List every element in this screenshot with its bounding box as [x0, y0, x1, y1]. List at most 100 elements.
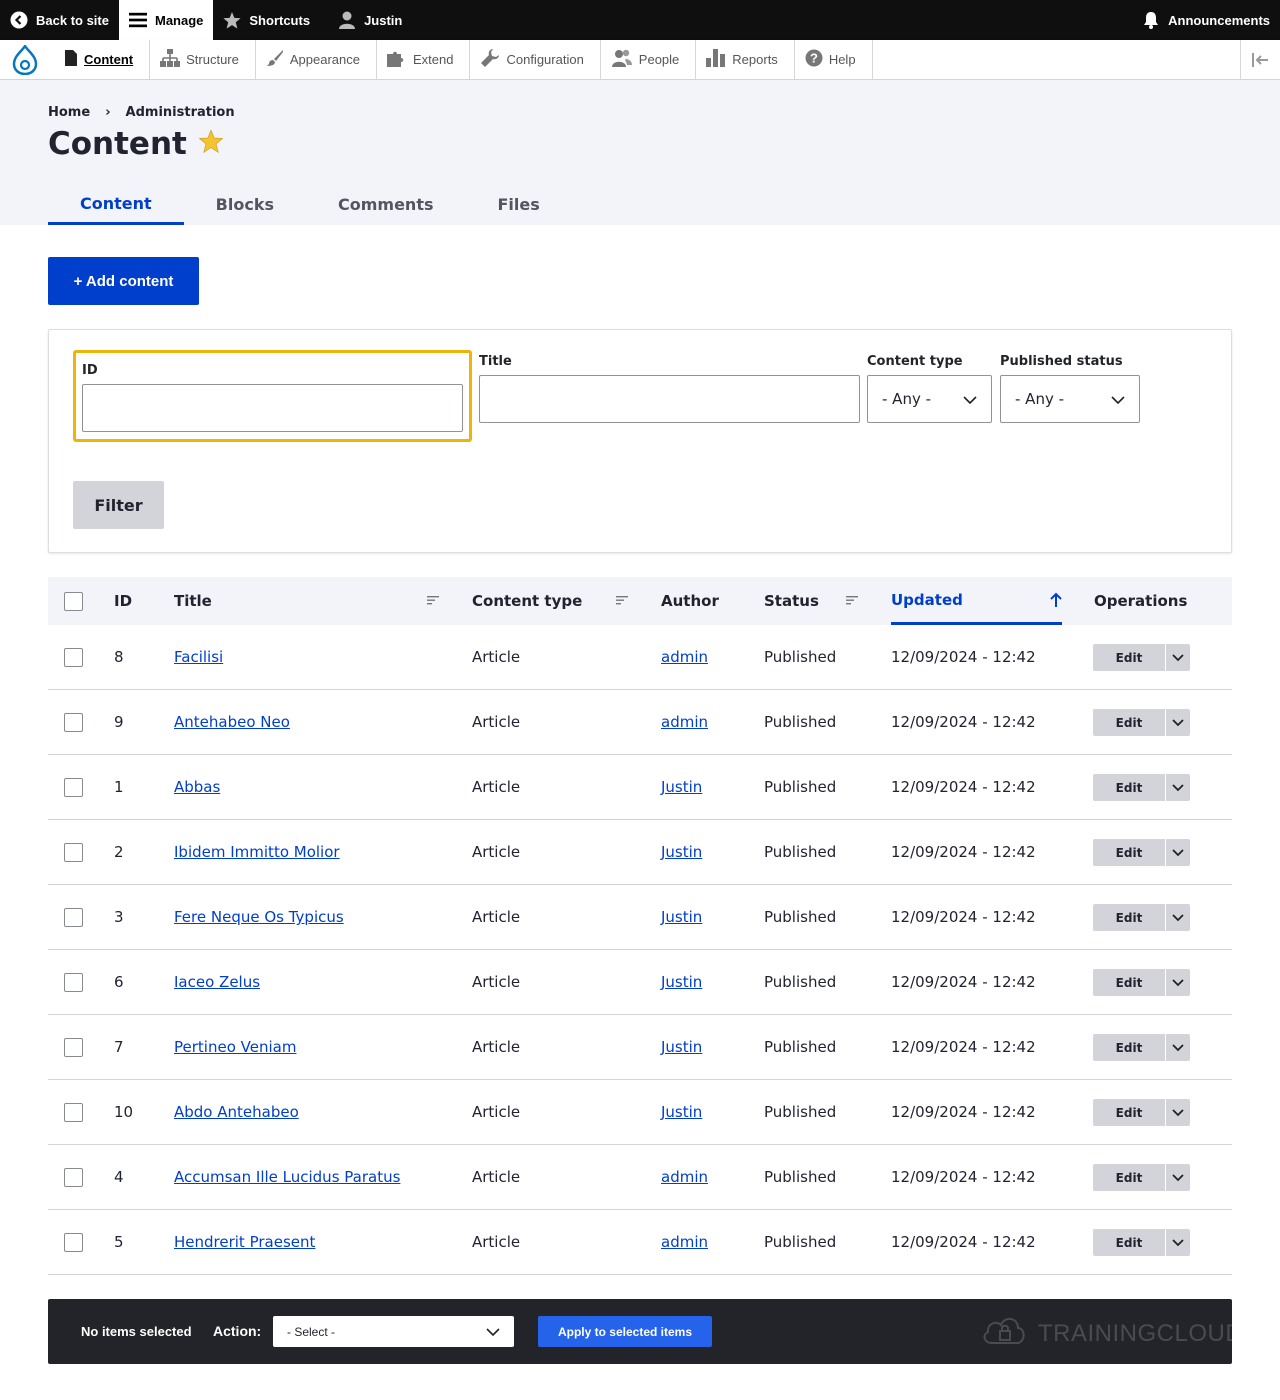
- user-tab[interactable]: Justin: [320, 0, 412, 40]
- apply-button[interactable]: Apply to selected items: [538, 1316, 712, 1347]
- operations-dropdown-toggle[interactable]: [1165, 644, 1190, 671]
- tab-comments[interactable]: Comments: [306, 184, 466, 225]
- row-title-link[interactable]: Abdo Antehabeo: [174, 1103, 299, 1121]
- menu-help[interactable]: ? Help: [795, 40, 873, 79]
- row-author-link[interactable]: Justin: [661, 1038, 702, 1056]
- type-filter-select[interactable]: - Any -: [867, 375, 992, 423]
- add-content-button[interactable]: + Add content: [48, 257, 199, 305]
- menu-people[interactable]: People: [601, 40, 697, 79]
- row-author-link[interactable]: admin: [661, 648, 708, 666]
- operations-dropdown-toggle[interactable]: [1165, 1034, 1190, 1061]
- tab-content[interactable]: Content: [48, 184, 184, 225]
- sort-icon[interactable]: [616, 594, 628, 606]
- row-title-link[interactable]: Iaceo Zelus: [174, 973, 260, 991]
- header-content-type[interactable]: Content type: [472, 577, 582, 625]
- row-checkbox[interactable]: [64, 842, 83, 862]
- manage-tab[interactable]: Manage: [118, 0, 214, 40]
- row-title-link[interactable]: Fere Neque Os Typicus: [174, 908, 344, 926]
- row-title-link[interactable]: Abbas: [174, 778, 220, 796]
- edit-button[interactable]: Edit: [1093, 1034, 1165, 1061]
- row-author-link[interactable]: admin: [661, 1233, 708, 1251]
- row-updated: 12/09/2024 - 12:42: [891, 1103, 1036, 1121]
- row-author-link[interactable]: admin: [661, 713, 708, 731]
- operations-dropdown-toggle[interactable]: [1165, 1229, 1190, 1256]
- table-row: 8 Facilisi Article admin Published 12/09/2024…: [48, 625, 1232, 690]
- tab-blocks[interactable]: Blocks: [184, 184, 306, 225]
- header-status[interactable]: Status: [764, 577, 819, 625]
- menu-extend[interactable]: Extend: [377, 40, 471, 79]
- row-checkbox[interactable]: [64, 1167, 83, 1187]
- edit-button[interactable]: Edit: [1093, 1099, 1165, 1126]
- filter-button[interactable]: Filter: [73, 481, 164, 529]
- sort-icon[interactable]: [427, 594, 439, 606]
- collapse-toolbar-icon[interactable]: [1240, 40, 1280, 79]
- tab-files[interactable]: Files: [466, 184, 572, 225]
- row-checkbox[interactable]: [64, 972, 83, 992]
- row-author-cell: Justin: [661, 950, 702, 1014]
- row-title-link[interactable]: Facilisi: [174, 648, 223, 666]
- row-checkbox[interactable]: [64, 1232, 83, 1252]
- edit-button[interactable]: Edit: [1093, 839, 1165, 866]
- row-author-link[interactable]: Justin: [661, 843, 702, 861]
- row-author-link[interactable]: Justin: [661, 973, 702, 991]
- menu-content[interactable]: Content: [50, 40, 151, 79]
- id-filter-input[interactable]: [82, 384, 463, 432]
- sort-icon[interactable]: [846, 594, 858, 606]
- announcements-tab[interactable]: Announcements: [1132, 0, 1280, 40]
- filter-form: ID Title Content type - Any - Published …: [48, 329, 1232, 553]
- edit-button[interactable]: Edit: [1093, 904, 1165, 931]
- table-row: 5 Hendrerit Praesent Article admin Published…: [48, 1210, 1232, 1275]
- menu-content-label: Content: [84, 52, 134, 67]
- row-title-link[interactable]: Hendrerit Praesent: [174, 1233, 315, 1251]
- row-status: Published: [764, 713, 837, 731]
- operations-dropdown-toggle[interactable]: [1165, 839, 1190, 866]
- drupal-logo-icon[interactable]: [0, 40, 50, 79]
- header-title[interactable]: Title: [174, 577, 212, 625]
- menu-reports[interactable]: Reports: [696, 40, 795, 79]
- back-to-site-link[interactable]: Back to site: [0, 0, 119, 40]
- edit-button[interactable]: Edit: [1093, 644, 1165, 671]
- operations-dropdown-toggle[interactable]: [1165, 1099, 1190, 1126]
- row-title-link[interactable]: Accumsan Ille Lucidus Paratus: [174, 1168, 400, 1186]
- row-author-cell: admin: [661, 625, 708, 689]
- header-updated[interactable]: Updated: [891, 577, 1062, 625]
- operations-dropdown-toggle[interactable]: [1165, 904, 1190, 931]
- row-title-cell: Fere Neque Os Typicus: [174, 885, 344, 949]
- breadcrumb-home[interactable]: Home: [48, 105, 90, 120]
- row-title-link[interactable]: Pertineo Veniam: [174, 1038, 296, 1056]
- menu-appearance[interactable]: Appearance: [256, 40, 377, 79]
- row-checkbox[interactable]: [64, 1102, 83, 1122]
- row-checkbox[interactable]: [64, 712, 83, 732]
- row-checkbox[interactable]: [64, 907, 83, 927]
- operations-dropdown-toggle[interactable]: [1165, 709, 1190, 736]
- admin-toolbar: Back to site Manage Shortcuts Justin Ann…: [0, 0, 1280, 40]
- row-title-link[interactable]: Ibidem Immitto Molior: [174, 843, 340, 861]
- action-select[interactable]: - Select -: [273, 1316, 514, 1347]
- row-checkbox[interactable]: [64, 647, 83, 667]
- row-title-link[interactable]: Antehabeo Neo: [174, 713, 290, 731]
- row-checkbox[interactable]: [64, 777, 83, 797]
- row-author-link[interactable]: admin: [661, 1168, 708, 1186]
- menu-configuration[interactable]: Configuration: [470, 40, 601, 79]
- operations-dropdown-toggle[interactable]: [1165, 1164, 1190, 1191]
- shortcut-star-icon[interactable]: [198, 128, 224, 159]
- breadcrumb-administration[interactable]: Administration: [126, 105, 235, 120]
- row-checkbox[interactable]: [64, 1037, 83, 1057]
- menu-structure[interactable]: Structure: [150, 40, 256, 79]
- operations-dropdown-toggle[interactable]: [1165, 969, 1190, 996]
- edit-button[interactable]: Edit: [1093, 774, 1165, 801]
- status-filter-select[interactable]: - Any -: [1000, 375, 1140, 423]
- wrench-icon: [480, 48, 500, 71]
- row-author-link[interactable]: Justin: [661, 778, 702, 796]
- title-filter-input[interactable]: [479, 375, 860, 423]
- select-all-checkbox[interactable]: [64, 591, 83, 611]
- row-author-link[interactable]: Justin: [661, 908, 702, 926]
- edit-button[interactable]: Edit: [1093, 1229, 1165, 1256]
- row-author-link[interactable]: Justin: [661, 1103, 702, 1121]
- menu-appearance-label: Appearance: [289, 52, 360, 67]
- shortcuts-tab[interactable]: Shortcuts: [213, 0, 320, 40]
- edit-button[interactable]: Edit: [1093, 969, 1165, 996]
- edit-button[interactable]: Edit: [1093, 1164, 1165, 1191]
- operations-dropdown-toggle[interactable]: [1165, 774, 1190, 801]
- edit-button[interactable]: Edit: [1093, 709, 1165, 736]
